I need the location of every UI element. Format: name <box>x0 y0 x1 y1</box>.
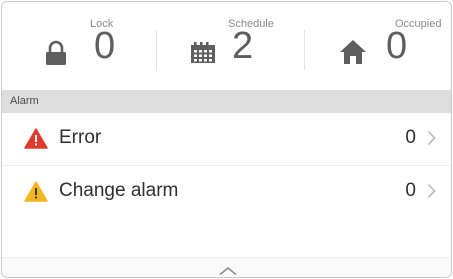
alarm-row-label: Change alarm <box>59 180 179 201</box>
alarm-section-header: Alarm <box>2 90 451 113</box>
chevron-up-icon[interactable] <box>218 263 238 276</box>
status-lock[interactable]: Lock 0 <box>2 2 152 84</box>
calendar-icon <box>190 42 216 69</box>
alarm-row-count: 0 <box>405 180 416 201</box>
chevron-right-icon <box>427 183 436 204</box>
occupied-count: 0 <box>386 25 408 67</box>
lock-icon <box>44 40 68 71</box>
status-occupied[interactable]: Occupied 0 <box>302 2 451 84</box>
schedule-count: 2 <box>232 25 254 67</box>
status-bar: Lock 0 Schedule 2 Occupied 0 <box>2 2 451 84</box>
caution-warning-icon <box>24 181 48 207</box>
alarm-row-error[interactable]: Error 0 <box>2 113 451 166</box>
bottom-bar <box>2 257 451 277</box>
home-icon <box>339 39 367 70</box>
alarm-panel: Lock 0 Schedule 2 Occupied 0 Alarm Error… <box>1 1 452 278</box>
chevron-right-icon <box>427 130 436 151</box>
lock-count: 0 <box>94 25 116 67</box>
status-schedule[interactable]: Schedule 2 <box>152 2 302 84</box>
alarm-row-count: 0 <box>405 127 416 148</box>
section-title: Alarm <box>10 95 39 107</box>
error-warning-icon <box>24 128 48 154</box>
alarm-row-label: Error <box>59 127 102 148</box>
alarm-row-change-alarm[interactable]: Change alarm 0 <box>2 166 451 218</box>
